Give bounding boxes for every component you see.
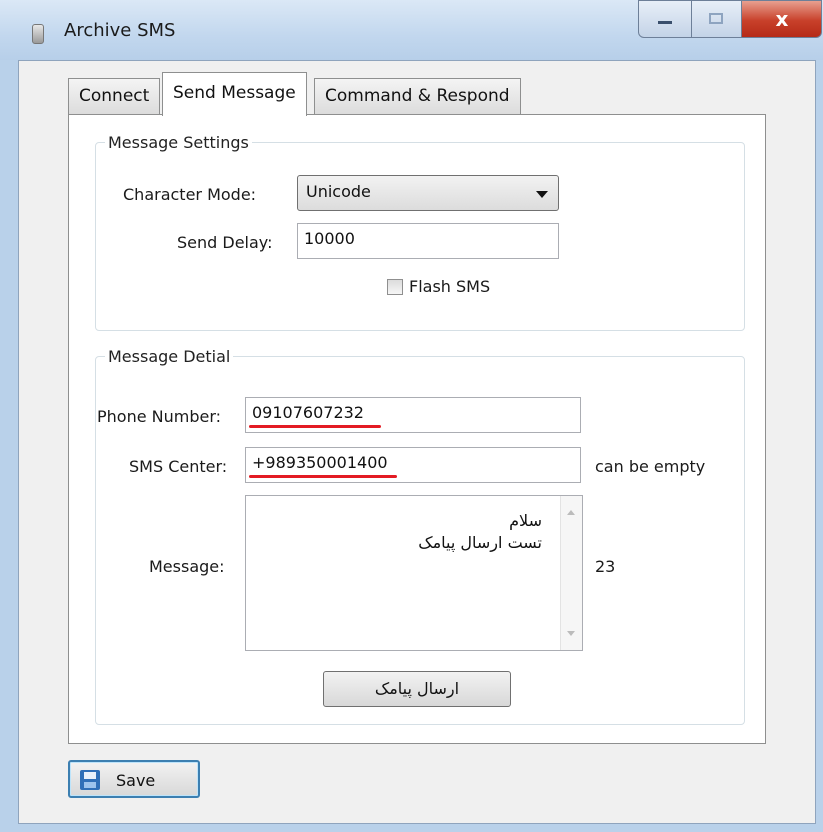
- save-button[interactable]: Save: [68, 760, 200, 798]
- save-button-label: Save: [116, 771, 156, 790]
- tab-panel-send-message: Message Settings Character Mode: Unicode…: [68, 114, 766, 744]
- sms-center-hint: can be empty: [595, 457, 706, 476]
- tab-command-respond[interactable]: Command & Respond: [314, 78, 521, 114]
- app-window: Archive SMS x Connect Send Message Comma…: [0, 0, 823, 832]
- tab-send-message[interactable]: Send Message: [162, 72, 307, 116]
- character-mode-select[interactable]: Unicode: [297, 175, 559, 211]
- scroll-up-icon[interactable]: [567, 510, 575, 515]
- message-textarea[interactable]: سلام تست ارسال پیامک: [245, 495, 583, 651]
- flash-sms-label: Flash SMS: [409, 277, 491, 296]
- maximize-button[interactable]: [692, 0, 742, 38]
- close-icon: x: [775, 7, 789, 31]
- maximize-icon: [709, 13, 723, 24]
- message-detail-legend: Message Detial: [108, 347, 231, 366]
- send-delay-label: Send Delay:: [177, 233, 273, 252]
- flash-sms-checkbox[interactable]: [387, 279, 403, 295]
- scroll-down-icon[interactable]: [567, 631, 575, 636]
- sms-center-underline: [249, 475, 397, 478]
- send-sms-button[interactable]: ارسال پیامک: [323, 671, 511, 707]
- app-icon[interactable]: [32, 24, 44, 44]
- close-button[interactable]: x: [742, 0, 822, 38]
- chevron-down-icon: [536, 191, 548, 198]
- message-scrollbar[interactable]: [560, 496, 582, 650]
- minimize-button[interactable]: [638, 0, 692, 38]
- character-mode-label: Character Mode:: [123, 185, 257, 204]
- title-bar[interactable]: Archive SMS x: [0, 0, 823, 60]
- window-title: Archive SMS: [64, 20, 176, 41]
- phone-number-label: Phone Number:: [97, 407, 222, 426]
- tab-connect[interactable]: Connect: [68, 78, 161, 114]
- save-floppy-icon: [80, 770, 100, 790]
- phone-number-underline: [249, 425, 381, 428]
- minimize-icon: [658, 21, 672, 24]
- send-delay-input[interactable]: 10000: [297, 223, 559, 259]
- message-text: سلام تست ارسال پیامک: [418, 511, 542, 552]
- message-char-count: 23: [595, 557, 616, 576]
- sms-center-label: SMS Center:: [129, 457, 228, 476]
- message-settings-legend: Message Settings: [108, 133, 249, 152]
- character-mode-value: Unicode: [306, 182, 371, 201]
- message-label: Message:: [149, 557, 225, 576]
